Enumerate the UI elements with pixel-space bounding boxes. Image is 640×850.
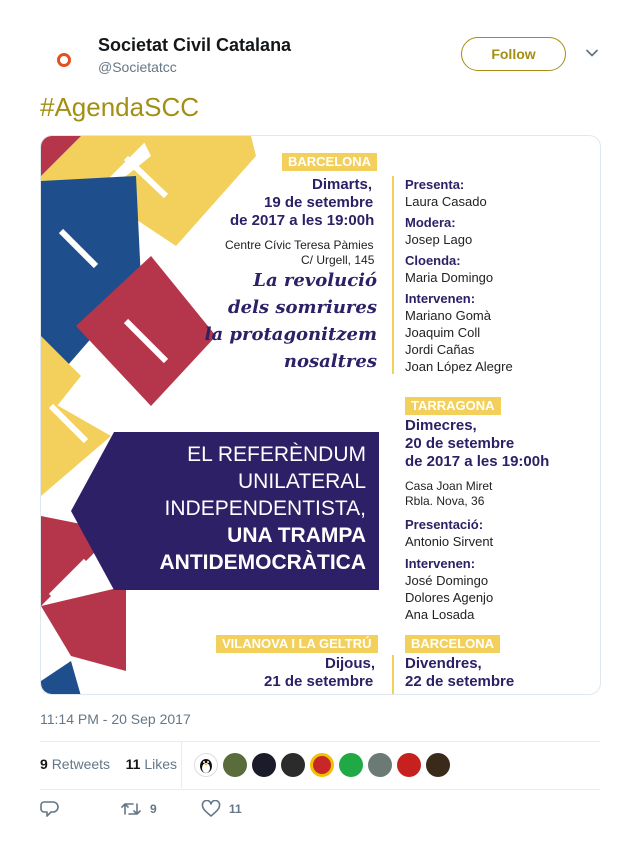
event1-date: 19 de setembre <box>264 194 374 211</box>
banner-line-2: UNILATERAL <box>238 470 366 493</box>
event1-modera-label: Modera: <box>405 215 456 230</box>
avatar-5[interactable] <box>310 753 334 777</box>
event2-city-tag: TARRAGONA <box>405 397 501 415</box>
event2-time: de 2017 a les 19:00h <box>405 453 550 470</box>
event1-presenta-label: Presenta: <box>405 177 465 192</box>
event1-intervenen-label: Intervenen: <box>405 291 476 306</box>
event4-divider <box>392 655 394 694</box>
logo-ring-icon <box>57 53 71 67</box>
tweet-header: Societat Civil Catalana @Societatcc Foll… <box>40 33 600 84</box>
event1-slogan-3: la protagonitzem <box>204 324 377 345</box>
reply-button[interactable] <box>40 800 60 818</box>
event1-time: de 2017 a les 19:00h <box>230 212 375 229</box>
divider-bottom <box>40 789 600 790</box>
event1-speaker: Joan López Alegre <box>405 359 513 374</box>
follow-button[interactable]: Follow <box>461 37 566 71</box>
event1-city-tag: BARCELONA <box>282 153 378 171</box>
event2-speaker: José Domingo <box>405 573 489 588</box>
likes-stat[interactable]: 11 Likes <box>126 756 177 772</box>
event1-slogan-4: nosaltres <box>283 351 377 372</box>
event4-day: Divendres, <box>405 655 482 672</box>
event2-presentacio-label: Presentació: <box>405 517 484 532</box>
event1-slogan-1: La revolució <box>253 270 377 291</box>
likers-avatars <box>194 753 450 777</box>
diamond-pattern <box>41 136 256 694</box>
hashtag-link[interactable]: #AgendaSCC <box>40 92 199 123</box>
retweet-button[interactable]: 9 <box>120 800 157 818</box>
event1-divider <box>392 176 394 374</box>
avatar-7[interactable] <box>368 753 392 777</box>
event1-address: C/ Urgell, 145 <box>301 253 375 267</box>
event1-slogan-2: dels somriures <box>228 297 377 318</box>
event1-speaker: Jordi Cañas <box>405 342 475 357</box>
banner-line-4: UNA TRAMPA <box>227 524 366 547</box>
account-avatar[interactable] <box>40 36 88 84</box>
avatar-4[interactable] <box>281 753 305 777</box>
avatar-6[interactable] <box>339 753 363 777</box>
event1-modera: Josep Lago <box>405 232 473 247</box>
banner-line-5: ANTIDEMOCRÀTICA <box>159 551 366 574</box>
tweet-timestamp[interactable]: 11:14 PM - 20 Sep 2017 <box>40 711 191 727</box>
avatar-8[interactable] <box>397 753 421 777</box>
event2-speaker: Dolores Agenjo <box>405 590 494 605</box>
chevron-down-icon[interactable] <box>585 46 599 60</box>
event2-address: Rbla. Nova, 36 <box>405 494 485 508</box>
heart-icon <box>201 800 221 817</box>
reply-icon <box>40 801 59 817</box>
penguin-avatar[interactable] <box>194 753 218 777</box>
event4-city-tag: BARCELONA <box>405 635 501 653</box>
event1-cloenda: Maria Domingo <box>405 270 494 285</box>
event3-day: Dijous, <box>325 655 376 672</box>
tweet-stats: 9 Retweets 11 Likes <box>40 756 177 772</box>
tweet-image[interactable]: BARCELONA Dimarts, 19 de setembre de 201… <box>40 135 601 695</box>
event2-day: Dimecres, <box>405 417 477 434</box>
event4-date: 22 de setembre <box>405 673 515 690</box>
like-button[interactable]: 11 <box>201 800 242 818</box>
retweets-count: 9 <box>40 756 48 772</box>
retweet-icon <box>121 803 141 815</box>
retweets-stat[interactable]: 9 Retweets <box>40 756 110 772</box>
banner-line-3: INDEPENDENTISTA, <box>164 497 366 520</box>
event3-date: 21 de setembre <box>264 673 374 690</box>
divider-top <box>40 741 600 742</box>
event1-day: Dimarts, <box>312 176 373 193</box>
event2-intervenen-label: Intervenen: <box>405 556 476 571</box>
account-name[interactable]: Societat Civil Catalana <box>98 35 291 56</box>
event3-city-tag: VILANOVA I LA GELTRÚ <box>216 635 378 653</box>
like-count: 11 <box>229 802 242 816</box>
event2-date: 20 de setembre <box>405 435 515 452</box>
account-handle[interactable]: @Societatcc <box>98 59 177 75</box>
likes-count: 11 <box>125 756 141 772</box>
diamond-red-3 <box>41 586 126 671</box>
avatar-3[interactable] <box>252 753 276 777</box>
stats-separator <box>181 742 182 788</box>
retweet-count: 9 <box>150 802 157 816</box>
banner-line-1: EL REFERÈNDUM <box>187 443 366 466</box>
event1-venue: Centre Cívic Teresa Pàmies <box>225 238 374 252</box>
retweets-label: Retweets <box>51 756 111 772</box>
event1-speaker: Mariano Gomà <box>405 308 491 323</box>
event1-presenta: Laura Casado <box>405 194 487 209</box>
avatar-9[interactable] <box>426 753 450 777</box>
avatar-2[interactable] <box>223 753 247 777</box>
event1-speaker: Joaquim Coll <box>405 325 481 340</box>
likes-label: Likes <box>144 756 177 772</box>
event2-presentacio: Antonio Sirvent <box>405 534 494 549</box>
event1-cloenda-label: Cloenda: <box>405 253 461 268</box>
event2-venue: Casa Joan Miret <box>405 479 493 493</box>
event2-speaker: Ana Losada <box>405 607 475 622</box>
